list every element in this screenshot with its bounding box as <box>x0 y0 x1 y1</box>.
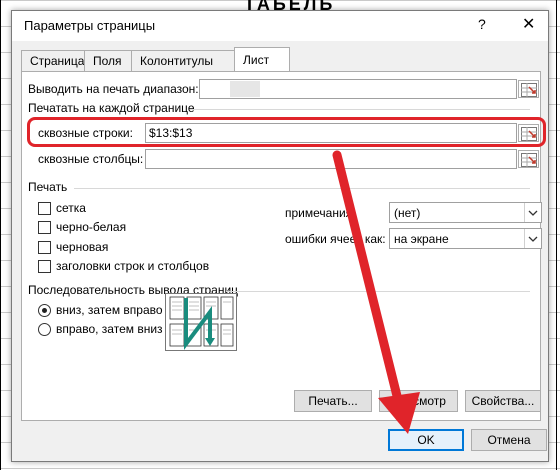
annotation-arrow <box>332 150 420 434</box>
